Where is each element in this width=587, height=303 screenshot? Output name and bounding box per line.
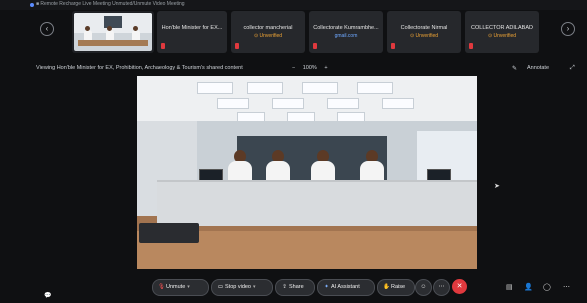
participant-status: ⊙ Unverified xyxy=(487,33,517,39)
unmute-button[interactable]: 🎙Unmute ▾ xyxy=(152,279,209,296)
participant-status: ⊙ Unverified xyxy=(253,33,283,39)
participant-video-thumbnail xyxy=(74,13,152,51)
share-button[interactable]: ⇪ Share xyxy=(275,279,315,296)
more-options-icon[interactable]: ⋯ xyxy=(563,283,570,291)
chat-icon[interactable]: ◯ xyxy=(543,283,551,291)
meeting-toolbar: 🎙Unmute ▾ ▭ Stop video ▾ ⇪ Share ✦ AI Assista… xyxy=(0,276,587,298)
chevron-right-icon: › xyxy=(566,24,570,33)
mic-muted-icon xyxy=(161,43,165,49)
mic-muted-icon: 🎙 xyxy=(158,284,165,290)
top-strip-text: ■ Remote Recharge Live Meeting Unmuted/U… xyxy=(36,1,185,7)
zoom-in-button[interactable]: + xyxy=(324,65,327,71)
mic-muted-icon xyxy=(313,43,317,49)
room-desk xyxy=(157,180,477,226)
apps-icon[interactable]: ▤ xyxy=(506,283,513,291)
participant-tile-3[interactable]: Collectorate Kumrambhe... gmail.com xyxy=(309,11,383,53)
participants-icon[interactable]: 👤 xyxy=(524,283,533,291)
ai-assistant-button[interactable]: ✦ AI Assistant xyxy=(317,279,375,296)
participant-name: collector mancherial xyxy=(243,25,293,31)
pen-icon[interactable]: ✎ xyxy=(512,65,517,72)
video-icon: ▭ xyxy=(217,284,224,290)
reactions-button[interactable]: ☺ xyxy=(415,279,432,296)
status-dot-icon xyxy=(30,3,34,7)
participant-name: Collectorate Nirmal xyxy=(400,25,448,31)
ai-icon: ✦ xyxy=(324,284,329,290)
end-call-button[interactable]: ✕ xyxy=(452,279,467,294)
mic-muted-icon xyxy=(469,43,473,49)
expand-icon[interactable]: ⤢ xyxy=(570,65,575,72)
share-title: Viewing Hon'ble Minister for EX, Prohibi… xyxy=(36,65,243,71)
participant-name: Collectorate Kumrambhe... xyxy=(313,25,379,31)
more-button[interactable]: ⋯ xyxy=(433,279,450,296)
prev-participants-button[interactable]: ‹ xyxy=(40,22,54,36)
participant-tile-4[interactable]: Collectorate Nirmal ⊙ Unverified xyxy=(387,11,461,53)
hand-icon: ✋ xyxy=(383,284,390,290)
participant-tile-5[interactable]: COLLECTOR ADILABAD ⊙ Unverified xyxy=(465,11,539,53)
share-info-bar: Viewing Hon'ble Minister for EX, Prohibi… xyxy=(0,62,587,76)
end-call-icon: ✕ xyxy=(456,283,463,290)
zoom-value: 100% xyxy=(302,65,317,71)
zoom-control: − 100% + xyxy=(286,65,334,71)
mic-muted-icon xyxy=(235,43,239,49)
next-participants-button[interactable]: › xyxy=(561,22,575,36)
participant-tile-2[interactable]: collector mancherial ⊙ Unverified xyxy=(231,11,305,53)
chevron-left-icon: ‹ xyxy=(45,24,49,33)
mic-muted-icon xyxy=(391,43,395,49)
room-speaker xyxy=(139,223,199,243)
participant-tile-1[interactable]: Hon'ble Minister for EX... xyxy=(157,11,227,53)
zoom-out-button[interactable]: − xyxy=(292,65,295,71)
participant-tile-video[interactable] xyxy=(72,11,154,53)
participant-name: Hon'ble Minister for EX... xyxy=(161,25,223,31)
mouse-cursor-icon: ➤ xyxy=(494,183,500,190)
participant-name: COLLECTOR ADILABAD xyxy=(471,25,533,31)
raise-hand-button[interactable]: ✋Raise xyxy=(377,279,415,296)
stop-video-button[interactable]: ▭ Stop video ▾ xyxy=(211,279,273,296)
emoji-icon: ☺ xyxy=(420,284,427,290)
share-icon: ⇪ xyxy=(282,284,287,290)
participant-status: ⊙ Unverified xyxy=(409,33,439,39)
more-icon: ⋯ xyxy=(438,284,445,290)
annotate-button[interactable]: Annotate xyxy=(527,65,549,71)
shared-content-view[interactable] xyxy=(137,76,477,269)
participant-status: gmail.com xyxy=(334,33,358,39)
top-status-strip: ■ Remote Recharge Live Meeting Unmuted/U… xyxy=(0,0,587,10)
captions-icon[interactable]: 💬 xyxy=(44,292,51,299)
